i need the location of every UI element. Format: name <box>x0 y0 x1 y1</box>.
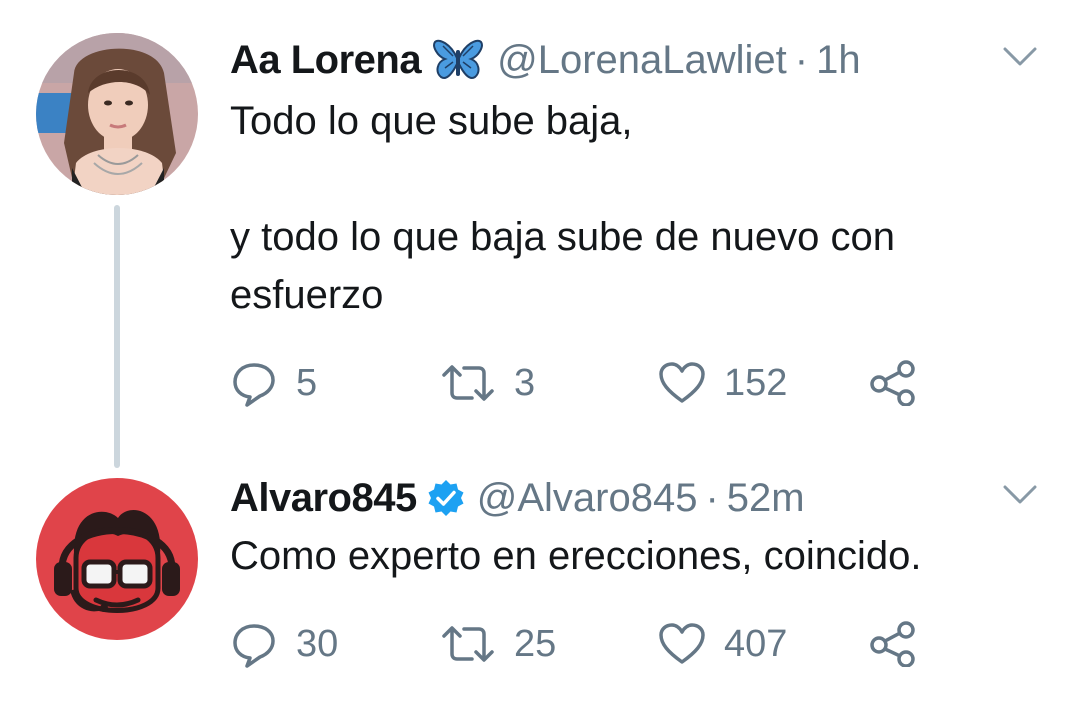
tweet-text-line: Todo lo que sube baja, <box>230 99 633 143</box>
separator-dot: · <box>705 475 719 520</box>
share-button[interactable] <box>870 619 918 669</box>
share-button[interactable] <box>870 358 918 408</box>
reply-icon <box>230 620 278 668</box>
tweet-actions: 30 25 407 <box>230 619 950 669</box>
retweet-icon <box>440 622 496 666</box>
reply-count: 30 <box>296 622 339 665</box>
reply-icon <box>230 359 278 407</box>
display-name[interactable]: Alvaro845 <box>230 476 417 521</box>
share-icon <box>870 360 918 406</box>
verified-badge-icon <box>427 479 465 517</box>
like-count: 407 <box>724 622 788 665</box>
timestamp[interactable]: 1h <box>816 38 861 83</box>
chevron-down-icon[interactable] <box>1000 480 1040 510</box>
tweet-lorena[interactable]: Aa Lorena @LorenaLawliet · 1h Todo lo qu… <box>0 0 1079 460</box>
tweet-text: Como experto en erecciones, coincido. <box>230 527 921 585</box>
tweet-header: Aa Lorena @LorenaLawliet · 1h <box>230 34 861 86</box>
avatar[interactable] <box>36 33 198 195</box>
share-icon <box>870 621 918 667</box>
butterfly-icon <box>433 38 483 82</box>
tweet-text-line: y todo lo que baja sube de nuevo con <box>230 215 895 259</box>
heart-icon <box>658 361 706 405</box>
tweet-text-line: esfuerzo <box>230 273 384 317</box>
reply-button[interactable]: 30 <box>230 619 338 669</box>
timestamp[interactable]: 52m <box>727 476 805 521</box>
heart-icon <box>658 622 706 666</box>
like-count: 152 <box>724 361 788 404</box>
tweet-text-line: Como experto en erecciones, coincido. <box>230 534 922 578</box>
tweet-actions: 5 3 152 <box>230 358 950 408</box>
user-handle[interactable]: @LorenaLawliet <box>497 38 787 83</box>
retweet-count: 25 <box>514 622 557 665</box>
tweet-header: Alvaro845 @Alvaro845 · 52m <box>230 472 805 524</box>
tweet-alvaro[interactable]: Alvaro845 @Alvaro845 · 52m Como experto … <box>0 460 1079 708</box>
reply-button[interactable]: 5 <box>230 358 317 408</box>
tweet-text: Todo lo que sube baja, y todo lo que baj… <box>230 92 895 324</box>
like-button[interactable]: 407 <box>658 619 787 669</box>
reply-count: 5 <box>296 361 318 404</box>
retweet-button[interactable]: 25 <box>440 619 556 669</box>
avatar[interactable] <box>36 478 198 640</box>
retweet-icon <box>440 361 496 405</box>
retweet-button[interactable]: 3 <box>440 358 535 408</box>
like-button[interactable]: 152 <box>658 358 787 408</box>
separator-dot: · <box>794 37 809 82</box>
chevron-down-icon[interactable] <box>1000 42 1040 72</box>
retweet-count: 3 <box>514 361 536 404</box>
display-name[interactable]: Aa Lorena <box>230 38 422 83</box>
user-handle[interactable]: @Alvaro845 <box>477 476 698 521</box>
